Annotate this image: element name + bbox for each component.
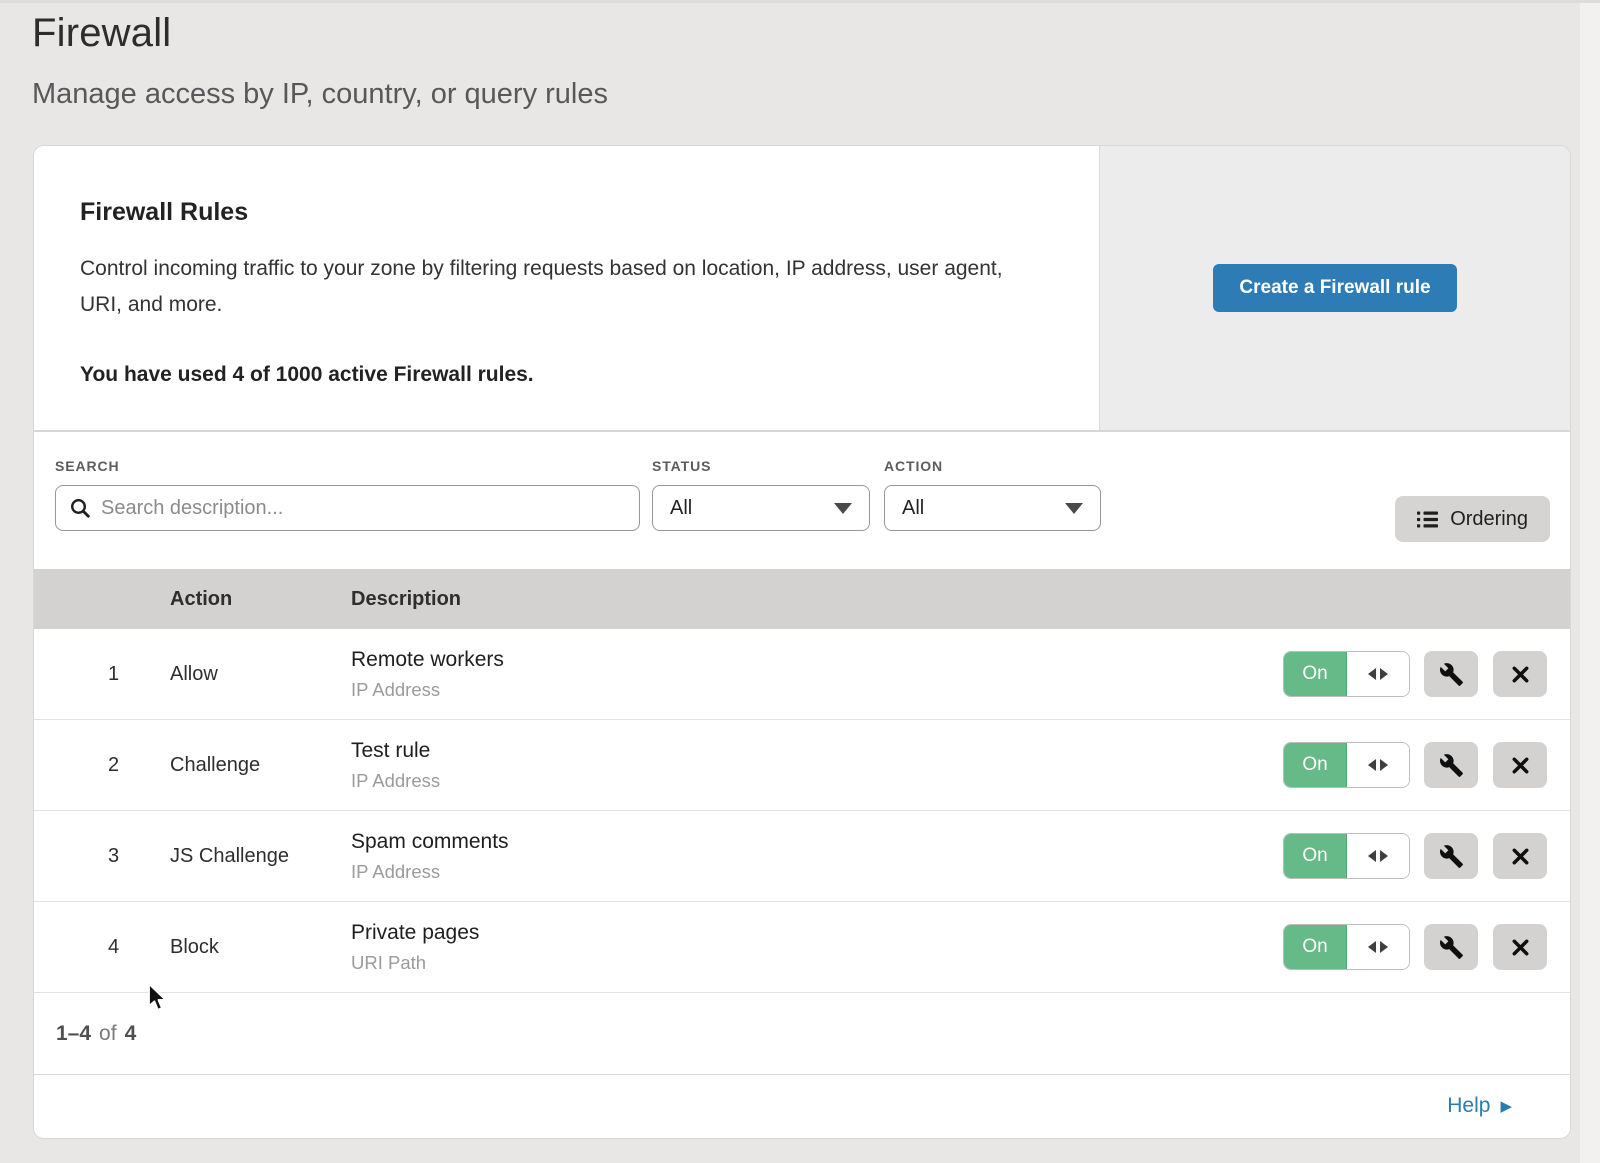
rule-action: Allow [170, 663, 351, 686]
close-icon [1509, 845, 1532, 868]
rule-description: Remote workers [351, 648, 1240, 672]
intro-section: Firewall Rules Control incoming traffic … [34, 146, 1570, 432]
close-icon [1509, 754, 1532, 777]
help-link[interactable]: Help ▶ [1447, 1094, 1512, 1118]
rule-description: Spam comments [351, 830, 1240, 854]
rule-match-type: URI Path [351, 952, 1240, 974]
search-box[interactable] [55, 485, 640, 531]
rule-description: Test rule [351, 739, 1240, 763]
section-description: Control incoming traffic to your zone by… [80, 251, 1030, 323]
action-filter: ACTION All [884, 458, 1101, 531]
table-row: 2 Challenge Test rule IP Address On [34, 720, 1570, 811]
table-row: 4 Block Private pages URI Path On [34, 902, 1570, 993]
rule-priority: 4 [34, 936, 170, 959]
rule-match-type: IP Address [351, 770, 1240, 792]
page-header: Firewall Manage access by IP, country, o… [0, 3, 1600, 111]
rule-enabled-toggle[interactable]: On [1283, 833, 1410, 879]
rule-match-type: IP Address [351, 679, 1240, 701]
wrench-icon [1439, 935, 1464, 960]
toggle-on-label: On [1284, 652, 1347, 696]
chevron-down-icon [1065, 503, 1083, 514]
status-filter: STATUS All [652, 458, 870, 531]
edit-rule-button[interactable] [1424, 651, 1478, 697]
section-heading: Firewall Rules [80, 198, 1049, 227]
delete-rule-button[interactable] [1493, 651, 1547, 697]
toggle-arrows-icon [1347, 743, 1409, 787]
wrench-icon [1439, 662, 1464, 687]
rule-enabled-toggle[interactable]: On [1283, 924, 1410, 970]
description-column-header: Description [351, 588, 1570, 611]
rule-enabled-toggle[interactable]: On [1283, 651, 1410, 697]
edit-rule-button[interactable] [1424, 924, 1478, 970]
toggle-arrows-icon [1347, 925, 1409, 969]
rule-priority: 2 [34, 754, 170, 777]
edit-rule-button[interactable] [1424, 833, 1478, 879]
action-select[interactable]: All [884, 485, 1101, 531]
pagination-of: of [99, 1022, 117, 1046]
table-row: 1 Allow Remote workers IP Address On [34, 629, 1570, 720]
ordering-button-label: Ordering [1450, 508, 1528, 531]
scroll-gutter [1580, 3, 1600, 1163]
rules-usage-text: You have used 4 of 1000 active Firewall … [80, 363, 1049, 387]
toggle-arrows-icon [1347, 834, 1409, 878]
toggle-arrows-icon [1347, 652, 1409, 696]
help-link-label: Help [1447, 1094, 1490, 1118]
filters-section: SEARCH STATUS All ACTION [34, 432, 1570, 569]
close-icon [1509, 936, 1532, 959]
toggle-on-label: On [1284, 834, 1347, 878]
rule-action: Challenge [170, 754, 351, 777]
status-selected-value: All [670, 497, 692, 520]
table-header: Action Description [34, 569, 1570, 629]
rule-description: Private pages [351, 921, 1240, 945]
ordering-button[interactable]: Ordering [1395, 496, 1550, 542]
search-icon [69, 497, 91, 519]
rule-controls: On [1283, 811, 1547, 901]
intro-text-panel: Firewall Rules Control incoming traffic … [34, 146, 1100, 430]
firewall-rules-card: Firewall Rules Control incoming traffic … [34, 146, 1570, 1138]
rule-enabled-toggle[interactable]: On [1283, 742, 1410, 788]
rule-action: JS Challenge [170, 845, 351, 868]
delete-rule-button[interactable] [1493, 833, 1547, 879]
rule-priority: 3 [34, 845, 170, 868]
rule-controls: On [1283, 720, 1547, 810]
edit-rule-button[interactable] [1424, 742, 1478, 788]
ordering-icon [1417, 511, 1438, 528]
search-input[interactable] [101, 497, 626, 520]
status-label: STATUS [652, 458, 870, 474]
help-arrow-icon: ▶ [1500, 1097, 1512, 1114]
pagination: 1–4 of 4 [34, 993, 1570, 1075]
action-selected-value: All [902, 497, 924, 520]
rule-priority: 1 [34, 663, 170, 686]
rule-match-type: IP Address [351, 861, 1240, 883]
search-label: SEARCH [55, 458, 640, 474]
delete-rule-button[interactable] [1493, 924, 1547, 970]
page-title: Firewall [32, 11, 1600, 56]
chevron-down-icon [834, 503, 852, 514]
close-icon [1509, 663, 1532, 686]
status-select[interactable]: All [652, 485, 870, 531]
delete-rule-button[interactable] [1493, 742, 1547, 788]
table-row: 3 JS Challenge Spam comments IP Address … [34, 811, 1570, 902]
toggle-on-label: On [1284, 743, 1347, 787]
rule-controls: On [1283, 629, 1547, 719]
wrench-icon [1439, 844, 1464, 869]
page-subtitle: Manage access by IP, country, or query r… [32, 78, 1600, 111]
wrench-icon [1439, 753, 1464, 778]
action-column-header: Action [170, 588, 351, 611]
card-footer: Help ▶ [34, 1075, 1570, 1136]
intro-action-panel: Create a Firewall rule [1100, 146, 1570, 430]
search-filter: SEARCH [55, 458, 640, 531]
rule-action: Block [170, 936, 351, 959]
rule-controls: On [1283, 902, 1547, 992]
toggle-on-label: On [1284, 925, 1347, 969]
action-label: ACTION [884, 458, 1101, 474]
pagination-total: 4 [125, 1022, 137, 1046]
create-firewall-rule-button[interactable]: Create a Firewall rule [1213, 264, 1456, 312]
pagination-range: 1–4 [56, 1022, 91, 1046]
